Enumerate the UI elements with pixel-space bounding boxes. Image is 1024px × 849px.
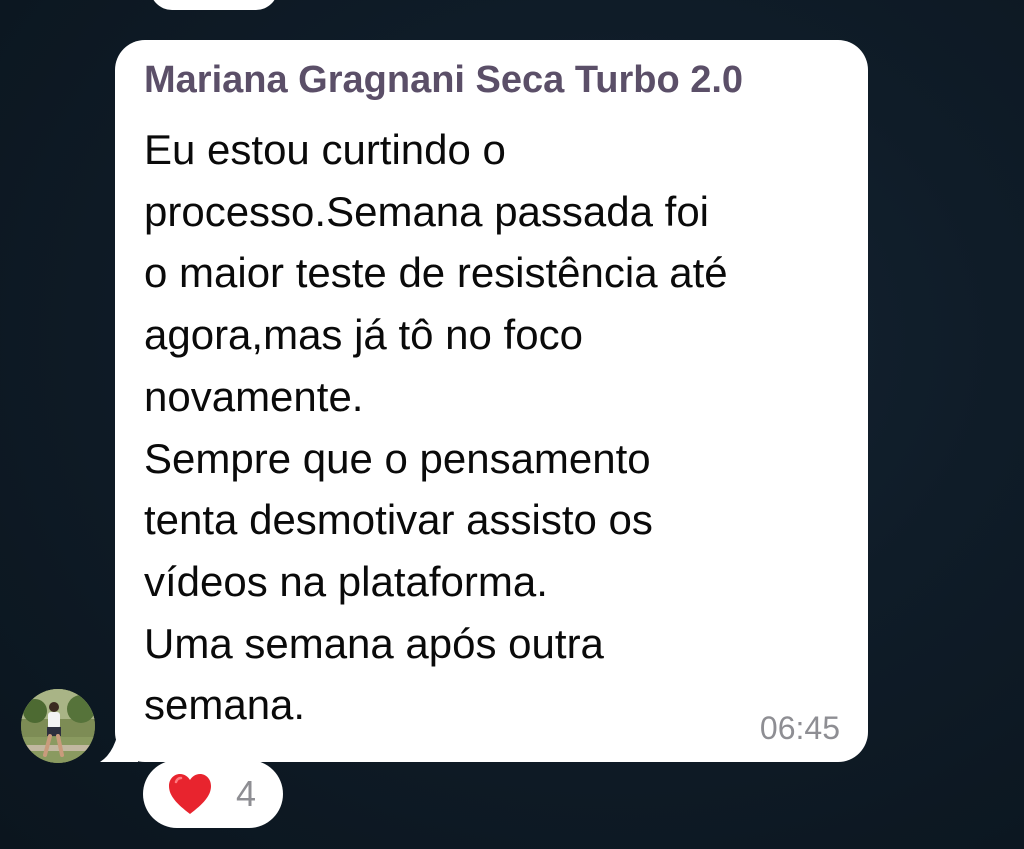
heart-icon	[169, 774, 211, 814]
message-bubble[interactable]: Mariana Gragnani Seca Turbo 2.0 Eu estou…	[115, 40, 868, 762]
sender-avatar[interactable]	[21, 689, 95, 763]
avatar-photo	[21, 689, 95, 763]
message-text: Eu estou curtindo o processo.Semana pass…	[144, 126, 728, 729]
sender-name[interactable]: Mariana Gragnani Seca Turbo 2.0	[144, 58, 743, 102]
previous-message-bubble[interactable]	[150, 0, 278, 10]
heart-reaction[interactable]: 4	[143, 760, 283, 828]
reaction-count: 4	[236, 773, 257, 814]
message-timestamp: 06:45	[759, 710, 840, 746]
